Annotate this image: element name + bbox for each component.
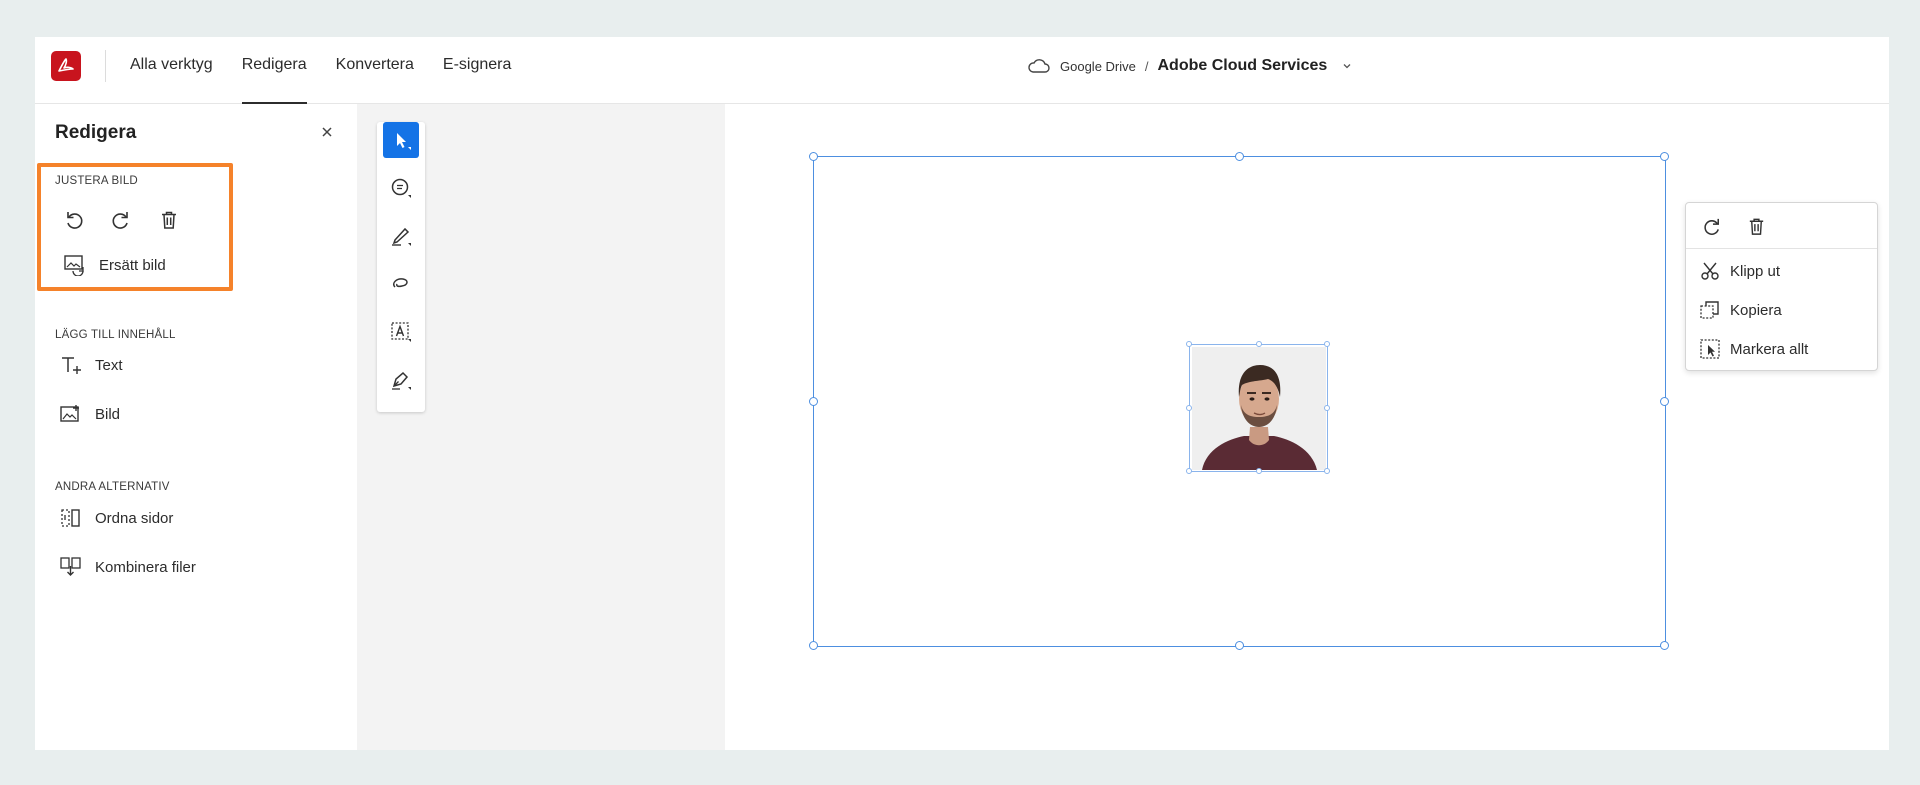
breadcrumb[interactable]: Google Drive / Adobe Cloud Services xyxy=(1027,53,1353,79)
menu-item-cut-label: Klipp ut xyxy=(1730,262,1781,280)
add-image-icon xyxy=(60,405,79,422)
top-bar: Alla verktyg Redigera Konvertera E-signe… xyxy=(35,37,1889,104)
resize-handle-bottom-left[interactable] xyxy=(809,641,818,650)
replace-image-label: Ersätt bild xyxy=(99,256,166,274)
rotate-right-icon xyxy=(1703,218,1719,235)
nav-edit[interactable]: Redigera xyxy=(241,37,307,104)
organize-pages-button[interactable]: Ordna sidor xyxy=(59,504,173,532)
menu-item-cut[interactable]: Klipp ut xyxy=(1699,257,1780,285)
replace-image-icon xyxy=(64,255,84,276)
breadcrumb-separator: / xyxy=(1144,58,1149,74)
resize-handle-bottom[interactable] xyxy=(1235,641,1244,650)
toolbar-divider xyxy=(105,50,106,82)
image-handle-right[interactable] xyxy=(1324,405,1330,411)
organize-pages-label: Ordna sidor xyxy=(95,509,174,527)
resize-handle-bottom-right[interactable] xyxy=(1660,641,1669,650)
menu-item-select-all-label: Markera allt xyxy=(1730,340,1809,358)
add-image-button[interactable]: Bild xyxy=(59,400,120,428)
menu-item-copy-label: Kopiera xyxy=(1730,301,1782,319)
rotate-right-icon xyxy=(112,212,128,229)
replace-image-button[interactable]: Ersätt bild xyxy=(63,251,166,279)
delete-image-button[interactable] xyxy=(154,205,184,235)
text-box-icon xyxy=(391,322,411,342)
nav-convert[interactable]: Konvertera xyxy=(336,37,414,104)
sign-tool[interactable] xyxy=(383,362,419,398)
person-illustration xyxy=(1192,347,1326,470)
portrait-photo[interactable] xyxy=(1192,347,1326,470)
image-handle-top-right[interactable] xyxy=(1324,341,1330,347)
nav-all-tools[interactable]: Alla verktyg xyxy=(130,37,213,104)
image-handle-bottom-left[interactable] xyxy=(1186,468,1192,474)
menu-item-select-all[interactable]: Markera allt xyxy=(1699,335,1808,363)
add-text-icon xyxy=(62,357,81,374)
image-handle-top-left[interactable] xyxy=(1186,341,1192,347)
combine-files-icon xyxy=(60,557,81,576)
add-text-label: Text xyxy=(95,356,123,374)
rotate-left-icon xyxy=(67,212,83,229)
image-handle-bottom-right[interactable] xyxy=(1324,468,1330,474)
combine-files-label: Kombinera filer xyxy=(95,558,196,576)
main-nav: Alla verktyg Redigera Konvertera E-signe… xyxy=(130,37,540,104)
section-header-other-options: ANDRA ALTERNATIV xyxy=(55,481,170,493)
edit-panel: Redigera JUSTERA BILD Ersätt bild LÄGG T… xyxy=(35,104,357,750)
rotate-left-button[interactable] xyxy=(59,205,89,235)
comment-icon xyxy=(391,178,411,198)
combine-files-button[interactable]: Kombinera filer xyxy=(59,553,196,581)
select-tool[interactable] xyxy=(383,122,419,158)
copy-icon xyxy=(1700,301,1719,319)
context-menu: Klipp ut Kopiera Markera allt xyxy=(1685,202,1878,371)
image-handle-top[interactable] xyxy=(1256,341,1262,347)
rotate-right-button[interactable] xyxy=(106,205,136,235)
resize-handle-top-right[interactable] xyxy=(1660,152,1669,161)
scissors-icon xyxy=(1701,262,1719,280)
selected-image-frame[interactable] xyxy=(1186,341,1330,474)
sign-pen-icon xyxy=(392,371,411,390)
context-menu-quick-actions xyxy=(1686,203,1877,249)
document-canvas[interactable] xyxy=(725,104,1889,750)
acrobat-window: Alla verktyg Redigera Konvertera E-signe… xyxy=(35,37,1889,750)
section-header-add-content: LÄGG TILL INNEHÅLL xyxy=(55,329,176,341)
acrobat-logo-icon[interactable] xyxy=(51,51,81,81)
text-box-tool[interactable] xyxy=(383,314,419,350)
resize-handle-top[interactable] xyxy=(1235,152,1244,161)
vertical-toolbar xyxy=(377,122,425,412)
lasso-tool[interactable] xyxy=(383,266,419,302)
add-text-button[interactable]: Text xyxy=(59,351,123,379)
select-all-icon xyxy=(1700,339,1720,359)
panel-title: Redigera xyxy=(55,122,137,143)
add-image-label: Bild xyxy=(95,405,121,423)
trash-icon xyxy=(1749,218,1763,235)
context-delete-button[interactable] xyxy=(1743,213,1769,239)
cloud-icon xyxy=(1028,59,1050,73)
breadcrumb-service: Adobe Cloud Services xyxy=(1157,57,1328,74)
nav-esign[interactable]: E-signera xyxy=(443,37,511,104)
highlight-pen-icon xyxy=(392,227,411,246)
breadcrumb-location: Google Drive xyxy=(1060,58,1136,74)
section-header-adjust-image: JUSTERA BILD xyxy=(55,175,138,187)
image-handle-bottom[interactable] xyxy=(1256,468,1262,474)
lasso-icon xyxy=(392,278,408,288)
menu-item-copy[interactable]: Kopiera xyxy=(1699,296,1782,324)
tool-column xyxy=(357,104,725,750)
highlight-tool[interactable] xyxy=(383,218,419,254)
image-handle-left[interactable] xyxy=(1186,405,1192,411)
selected-page-frame[interactable] xyxy=(809,152,1669,650)
chevron-down-icon[interactable] xyxy=(1341,60,1353,72)
select-icon xyxy=(397,133,411,150)
resize-handle-right[interactable] xyxy=(1660,397,1669,406)
organize-pages-icon xyxy=(61,509,80,527)
resize-handle-top-left[interactable] xyxy=(809,152,818,161)
resize-handle-left[interactable] xyxy=(809,397,818,406)
context-rotate-button[interactable] xyxy=(1699,213,1725,239)
trash-icon xyxy=(162,211,176,229)
comment-tool[interactable] xyxy=(383,170,419,206)
close-icon[interactable] xyxy=(319,124,335,140)
